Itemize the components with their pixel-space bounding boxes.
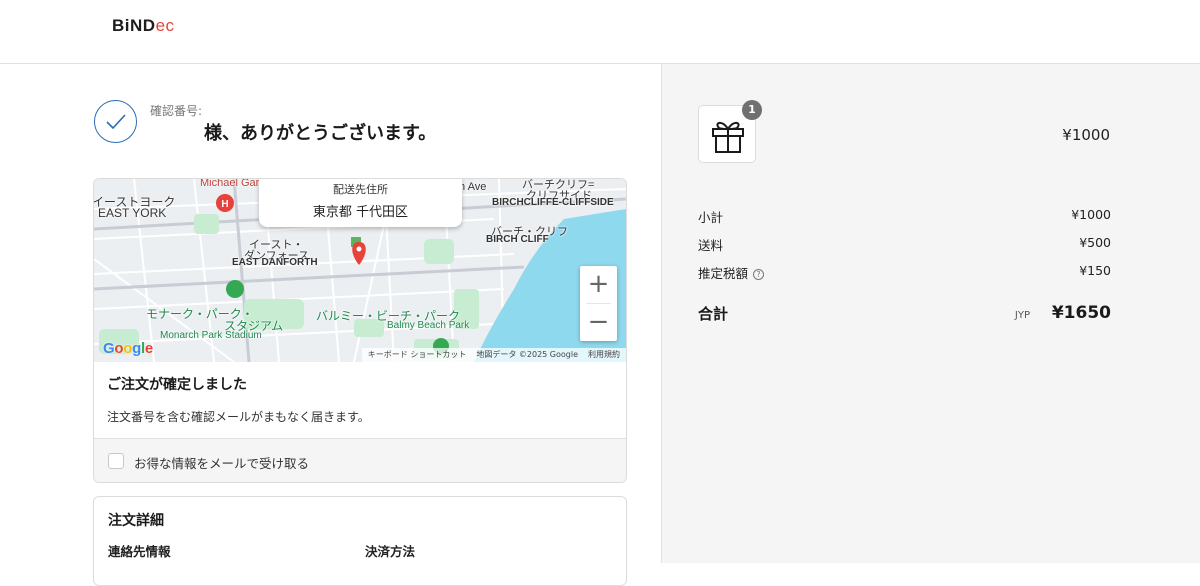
map-label: Monarch Park Stadium: [160, 330, 262, 341]
email-optin[interactable]: お得な情報をメールで受け取る: [94, 438, 626, 482]
order-confirmed-title: ご注文が確定しました: [107, 377, 247, 393]
shipping-value: ¥500: [1079, 235, 1111, 250]
order-confirmed-text: 注文番号を含む確認メールがまもなく届きます。: [107, 410, 370, 424]
map-attribution: キーボード ショートカット 地図データ ©2025 Google 利用規約: [361, 348, 626, 362]
google-logo[interactable]: Google: [103, 340, 153, 357]
map-data-text: 地図データ ©2025 Google: [476, 350, 578, 359]
quantity-badge: 1: [742, 100, 762, 120]
confirmation-number-label: 確認番号:: [150, 104, 203, 118]
order-details-title: 注文詳細: [108, 513, 164, 529]
map-label: Balmy Beach Park: [387, 320, 470, 331]
logo[interactable]: BiNDec: [112, 16, 175, 36]
total-row: 合計 JYP ¥1650: [698, 303, 1111, 324]
checkmark-icon: [94, 100, 137, 143]
optin-label[interactable]: お得な情報をメールで受け取る: [134, 453, 309, 472]
shipping-row: 送料 ¥500: [698, 235, 1111, 254]
subtotal-row: 小計 ¥1000: [698, 207, 1111, 226]
subtotal-label: 小計: [698, 210, 724, 225]
main-column: 確認番号: 様、ありがとうございます。 H Michael Garro イースト…: [0, 64, 661, 586]
svg-text:H: H: [221, 199, 228, 210]
map-label: BIRCHCLIFFE-CLIFFSIDE: [492, 197, 614, 208]
tax-label: 推定税額: [698, 266, 749, 281]
thank-you-heading: 様、ありがとうございます。: [204, 123, 437, 144]
site-header: BiNDec: [0, 0, 1200, 64]
help-icon[interactable]: ?: [753, 269, 765, 280]
shipping-label: 送料: [698, 238, 724, 253]
confirmation-card: H Michael Garro イーストヨーク EAST YORK n Ave …: [93, 178, 627, 483]
item-price: ¥1000: [1062, 126, 1110, 144]
map-label: EAST YORK: [98, 206, 167, 220]
gift-icon: [712, 121, 744, 153]
zoom-out-button[interactable]: −: [580, 304, 617, 341]
map-label: BIRCH CLIFF: [486, 234, 549, 245]
map-label: n Ave: [459, 181, 487, 193]
popup-address: 東京都 千代田区: [312, 205, 409, 220]
map[interactable]: H Michael Garro イーストヨーク EAST YORK n Ave …: [94, 179, 626, 362]
order-details-card: 注文詳細 連絡先情報 決済方法: [93, 496, 627, 586]
map-label: EAST DANFORTH: [232, 257, 318, 268]
payment-method-label: 決済方法: [365, 544, 416, 559]
subtotal-value: ¥1000: [1071, 207, 1111, 222]
zoom-controls: + −: [580, 266, 617, 341]
tax-value: ¥150: [1079, 263, 1111, 278]
order-summary: 1 ¥1000 小計 ¥1000 送料 ¥500 推定税額? ¥150 合計 J…: [661, 64, 1200, 563]
zoom-in-button[interactable]: +: [580, 266, 617, 303]
keyboard-shortcuts-link[interactable]: キーボード ショートカット: [368, 349, 467, 361]
total-currency: JYP: [1014, 310, 1030, 321]
popup-label: 配送先住所: [333, 183, 388, 196]
contact-info-label: 連絡先情報: [108, 544, 171, 559]
tax-row: 推定税額? ¥150: [698, 263, 1111, 282]
optin-checkbox[interactable]: [108, 453, 124, 469]
total-label: 合計: [698, 305, 729, 323]
order-confirmed-section: ご注文が確定しました 注文番号を含む確認メールがまもなく届きます。: [94, 362, 626, 439]
total-value: ¥1650: [1051, 303, 1111, 323]
delivery-address-popup: 配送先住所 東京都 千代田区: [259, 179, 462, 227]
terms-link[interactable]: 利用規約: [588, 349, 620, 361]
